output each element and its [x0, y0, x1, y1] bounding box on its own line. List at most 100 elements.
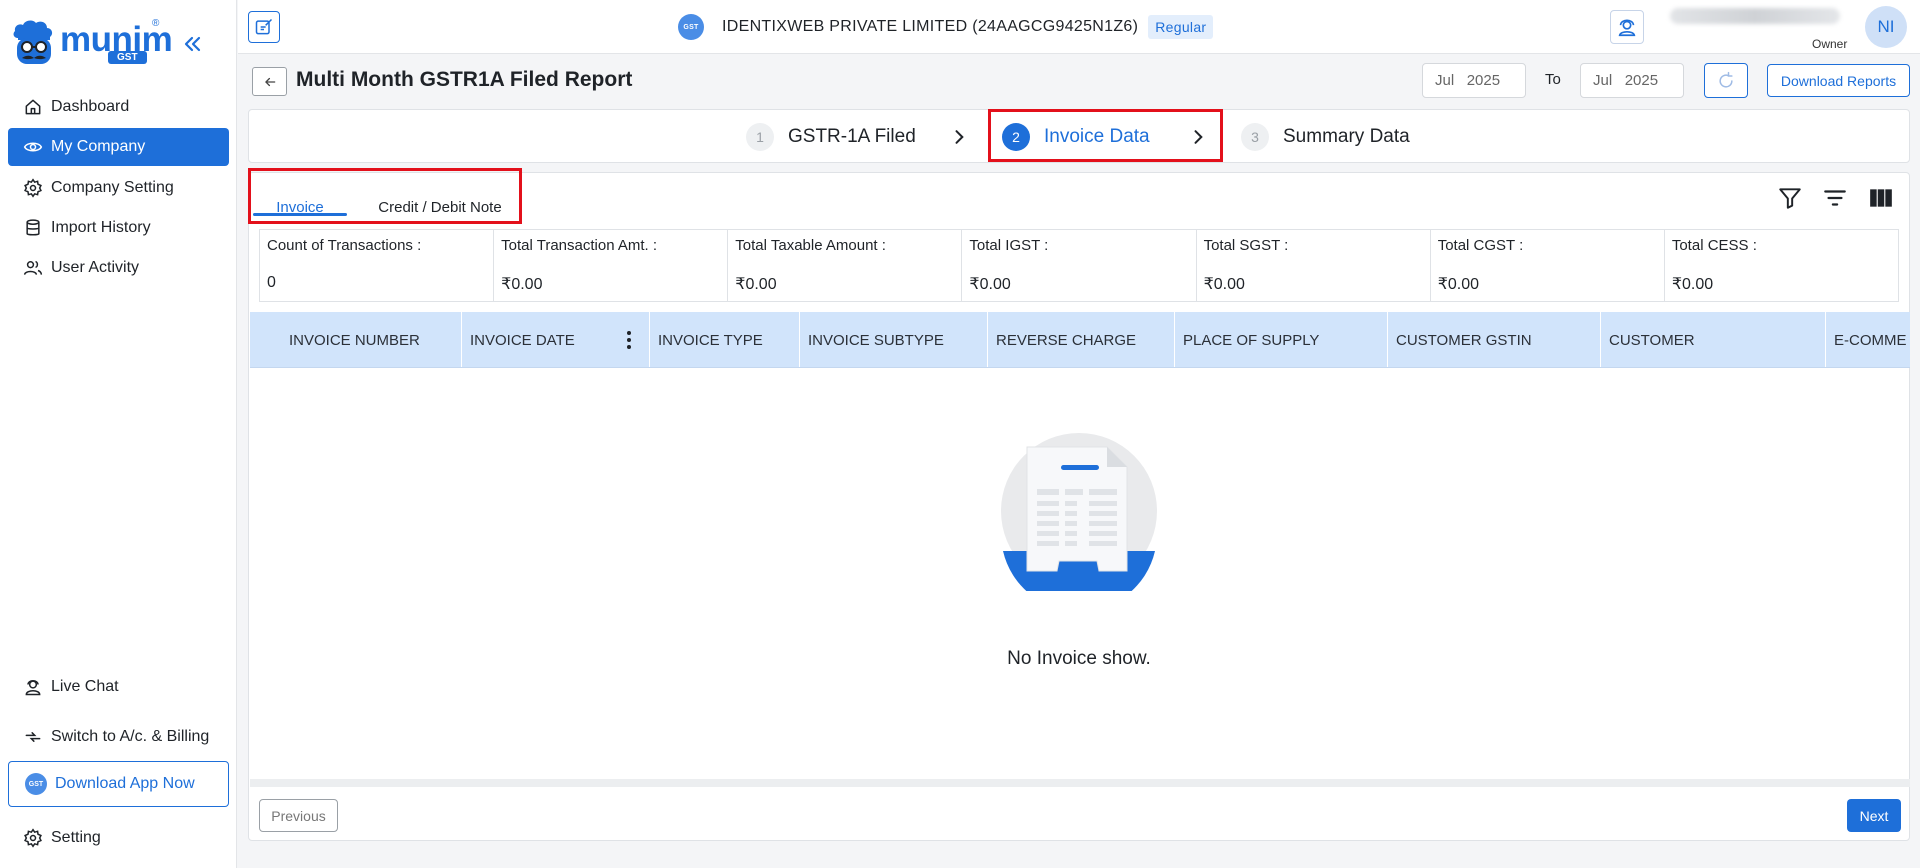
- table-header: INVOICE NUMBER INVOICE DATE INVOICE TYPE…: [250, 312, 1910, 368]
- edit-note-icon: [255, 18, 273, 35]
- sort-icon[interactable]: [1822, 185, 1848, 211]
- summary-cgst: Total CGST : ₹0.00: [1431, 230, 1665, 301]
- refresh-button[interactable]: [1704, 63, 1748, 98]
- summary-taxable-amount: Total Taxable Amount : ₹0.00: [728, 230, 963, 301]
- user-role: Owner: [1812, 37, 1848, 51]
- column-header-ecommerce[interactable]: E-COMME: [1826, 312, 1910, 367]
- arrow-left-icon: [264, 77, 275, 86]
- sidebar-item-dashboard[interactable]: Dashboard: [8, 88, 229, 126]
- column-header-invoice-number[interactable]: INVOICE NUMBER: [250, 312, 462, 367]
- step-invoice-data[interactable]: 2 Invoice Data: [1002, 123, 1150, 151]
- filter-icon[interactable]: [1777, 185, 1803, 211]
- tab-invoice[interactable]: Invoice: [253, 187, 347, 227]
- refresh-icon: [1719, 71, 1733, 88]
- support-agent-icon: [1618, 19, 1636, 37]
- brand-sub: GST: [108, 51, 147, 64]
- column-header-invoice-type[interactable]: INVOICE TYPE: [650, 312, 800, 367]
- column-header-label: INVOICE DATE: [470, 331, 575, 349]
- database-icon: [26, 219, 40, 236]
- summary-value: ₹0.00: [735, 276, 777, 293]
- avatar[interactable]: NI: [1865, 6, 1907, 48]
- edit-note-button[interactable]: [248, 11, 280, 43]
- sidebar-item-label: Setting: [51, 829, 101, 846]
- home-icon: [25, 99, 41, 115]
- sidebar-item-my-company[interactable]: My Company: [8, 128, 229, 166]
- switch-billing-link[interactable]: Switch to A/c. & Billing: [8, 718, 229, 756]
- empty-state-message: No Invoice show.: [1007, 648, 1151, 669]
- from-year: 2025: [1466, 72, 1501, 89]
- live-chat-label: Live Chat: [51, 678, 119, 695]
- column-header-reverse-charge[interactable]: REVERSE CHARGE: [988, 312, 1175, 367]
- back-button[interactable]: [252, 67, 287, 96]
- summary-value: ₹0.00: [969, 276, 1011, 293]
- sidebar-item-company-setting[interactable]: Company Setting: [8, 169, 229, 207]
- gear-icon: [24, 178, 42, 198]
- summary-sgst: Total SGST : ₹0.00: [1197, 230, 1431, 301]
- column-header-invoice-subtype[interactable]: INVOICE SUBTYPE: [800, 312, 988, 367]
- brand-registered-mark: ®: [152, 18, 160, 29]
- summary-transaction-amt: Total Transaction Amt. : ₹0.00: [494, 230, 729, 301]
- gst-logo-icon: GST: [678, 14, 704, 40]
- summary-value: ₹0.00: [1203, 276, 1245, 293]
- support-button[interactable]: [1610, 10, 1644, 44]
- sidebar-item-user-activity[interactable]: User Activity: [8, 249, 229, 287]
- sidebar-item-label: My Company: [51, 138, 146, 155]
- users-icon: [23, 261, 43, 275]
- column-header-customer[interactable]: CUSTOMER: [1601, 312, 1826, 367]
- summary-label: Total SGST :: [1203, 237, 1289, 254]
- previous-button[interactable]: Previous: [259, 799, 338, 832]
- summary-label: Total CGST :: [1437, 237, 1524, 254]
- summary-value: ₹0.00: [1437, 276, 1480, 293]
- tab-credit-debit-note[interactable]: Credit / Debit Note: [357, 187, 523, 227]
- download-reports-button[interactable]: Download Reports: [1767, 64, 1910, 97]
- columns-icon[interactable]: [1868, 185, 1894, 211]
- step-number: 1: [746, 123, 774, 151]
- sidebar-item-label: Import History: [51, 219, 151, 236]
- switch-arrows-icon: [25, 732, 41, 742]
- page-title: Multi Month GSTR1A Filed Report: [296, 68, 633, 91]
- download-app-button[interactable]: GST Download App Now: [8, 761, 229, 807]
- company-info: GST IDENTIXWEB PRIVATE LIMITED (24AAGCG9…: [678, 14, 1214, 40]
- to-month: Jul: [1593, 72, 1613, 89]
- collapse-sidebar-icon[interactable]: [180, 32, 204, 56]
- from-month: Jul: [1435, 72, 1455, 89]
- step-label: Invoice Data: [1044, 126, 1150, 147]
- user-name-blurred: [1670, 8, 1840, 24]
- sidebar-item-label: Company Setting: [51, 179, 174, 196]
- munim-gst-logo[interactable]: munim ® GST: [12, 18, 173, 68]
- column-menu-icon[interactable]: [627, 331, 631, 349]
- summary-label: Total IGST :: [969, 237, 1049, 254]
- sidebar-item-import-history[interactable]: Import History: [8, 209, 229, 247]
- step-label: Summary Data: [1283, 126, 1410, 147]
- to-month-picker[interactable]: Jul 2025: [1580, 63, 1684, 98]
- to-year: 2025: [1624, 72, 1659, 89]
- chevron-right-icon: [955, 130, 964, 144]
- chevron-right-icon: [1194, 130, 1203, 144]
- summary-value: ₹0.00: [501, 276, 543, 293]
- stepper: 1 GSTR-1A Filed 2 Invoice Data 3 Summary…: [248, 109, 1910, 163]
- summary-cess: Total CESS : ₹0.00: [1665, 230, 1898, 301]
- live-chat-link[interactable]: Live Chat: [8, 668, 229, 706]
- summary-igst: Total IGST : ₹0.00: [962, 230, 1197, 301]
- next-button[interactable]: Next: [1847, 799, 1901, 832]
- column-header-invoice-date[interactable]: INVOICE DATE: [462, 312, 650, 367]
- column-header-place-of-supply[interactable]: PLACE OF SUPPLY: [1175, 312, 1388, 367]
- step-label: GSTR-1A Filed: [788, 126, 916, 147]
- summary-count: Count of Transactions : 0: [260, 230, 495, 301]
- sidebar-item-setting[interactable]: Setting: [8, 819, 229, 857]
- headset-icon: [25, 680, 41, 696]
- summary-label: Count of Transactions :: [267, 237, 422, 254]
- gst-app-icon: GST: [25, 773, 47, 795]
- column-header-customer-gstin[interactable]: CUSTOMER GSTIN: [1388, 312, 1601, 367]
- summary-value: 0: [267, 274, 276, 291]
- horizontal-scrollbar[interactable]: [250, 779, 1910, 787]
- step-summary-data[interactable]: 3 Summary Data: [1241, 123, 1410, 151]
- gear-icon: [24, 828, 42, 848]
- summary-label: Total Taxable Amount :: [735, 237, 886, 254]
- from-month-picker[interactable]: Jul 2025: [1422, 63, 1526, 98]
- sidebar-item-label: User Activity: [51, 259, 140, 276]
- active-tab-underline: [253, 213, 347, 216]
- summary-value: ₹0.00: [1671, 276, 1714, 293]
- step-number: 3: [1241, 123, 1269, 151]
- step-gstr1a-filed[interactable]: 1 GSTR-1A Filed: [746, 123, 916, 151]
